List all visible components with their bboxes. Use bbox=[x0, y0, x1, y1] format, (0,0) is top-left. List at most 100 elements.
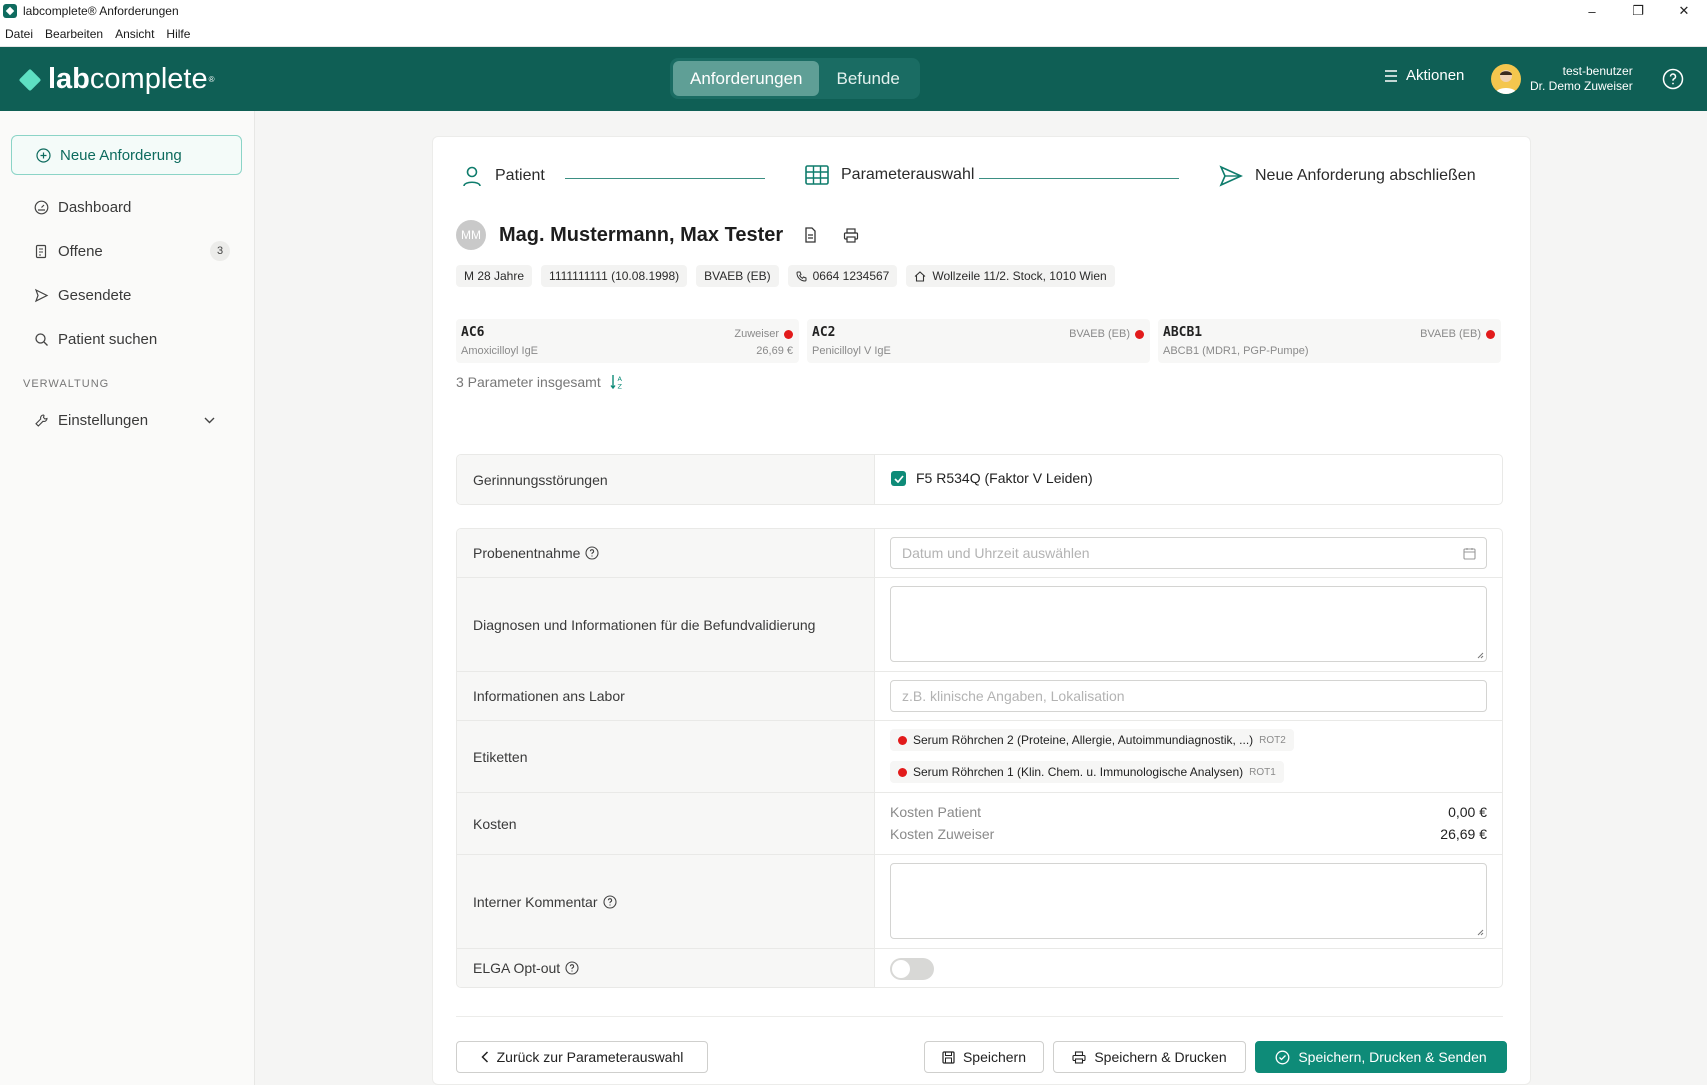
send-icon bbox=[1219, 165, 1243, 187]
new-request-button[interactable]: Neue Anforderung bbox=[11, 135, 242, 175]
minimize-button[interactable]: – bbox=[1569, 0, 1615, 22]
etikett-text: Serum Röhrchen 2 (Proteine, Allergie, Au… bbox=[913, 733, 1254, 747]
kommentar-textarea[interactable] bbox=[890, 863, 1487, 939]
kosten-row: Kosten Kosten Patient 0,00 € Kosten Zuwe… bbox=[457, 793, 1502, 855]
open-count-badge: 3 bbox=[210, 241, 230, 261]
parameter-billing-tag: Zuweiser bbox=[734, 328, 779, 340]
kosten-zuweiser-line: Kosten Zuweiser 26,69 € bbox=[890, 826, 1487, 842]
restore-button[interactable]: ❐ bbox=[1615, 0, 1661, 22]
kosten-label-text: Kosten bbox=[473, 815, 517, 832]
step-abschliessen[interactable]: Neue Anforderung abschließen bbox=[1219, 165, 1476, 187]
tab-anforderungen[interactable]: Anforderungen bbox=[673, 61, 820, 96]
menu-bearbeiten[interactable]: Bearbeiten bbox=[45, 27, 103, 41]
search-icon bbox=[35, 332, 48, 346]
parameter-code: AC6 bbox=[461, 325, 485, 340]
phone-text: 0664 1234567 bbox=[812, 269, 890, 283]
parameter-desc: ABCB1 (MDR1, PGP-Pumpe) bbox=[1163, 345, 1309, 357]
elga-opt-out-toggle[interactable] bbox=[890, 958, 934, 980]
logo[interactable]: lab complete ® bbox=[18, 63, 214, 96]
diagnosen-textarea[interactable] bbox=[890, 586, 1487, 662]
etiketten-label: Etiketten bbox=[457, 721, 875, 792]
kosten-patient-line: Kosten Patient 0,00 € bbox=[890, 804, 1487, 820]
factor-v-checkbox[interactable] bbox=[891, 471, 906, 486]
labor-info-input[interactable]: z.B. klinische Angaben, Lokalisation bbox=[890, 680, 1487, 712]
phone-pill: 0664 1234567 bbox=[787, 265, 898, 287]
parameter-card[interactable]: AC6 Amoxicilloyl IgE Zuweiser 26,69 € bbox=[456, 319, 799, 363]
plus-circle-icon bbox=[36, 147, 51, 163]
parameter-card[interactable]: AC2 Penicilloyl V IgE BVAEB (EB) bbox=[807, 319, 1150, 363]
probenentnahme-datetime-input[interactable]: Datum und Uhrzeit auswählen bbox=[890, 537, 1487, 569]
help-circle-icon[interactable] bbox=[585, 546, 599, 560]
help-circle-icon[interactable] bbox=[602, 894, 617, 909]
status-dot bbox=[784, 330, 793, 339]
etikett-code: ROT2 bbox=[1259, 734, 1286, 746]
user-icon bbox=[463, 166, 481, 187]
parameter-billing-tag: BVAEB (EB) bbox=[1069, 328, 1130, 340]
back-to-parameters-button[interactable]: Zurück zur Parameterauswahl bbox=[456, 1041, 708, 1073]
etikett-chip: Serum Röhrchen 2 (Proteine, Allergie, Au… bbox=[890, 729, 1294, 751]
menu-ansicht[interactable]: Ansicht bbox=[115, 27, 154, 41]
parameter-price: 26,69 € bbox=[756, 345, 793, 357]
step-label: Patient bbox=[495, 167, 545, 184]
sidebar-item-patient-suchen[interactable]: Patient suchen bbox=[34, 327, 230, 351]
patient-name: Mag. Mustermann, Max Tester bbox=[499, 223, 784, 246]
svg-text:Z: Z bbox=[617, 383, 622, 391]
step-patient[interactable]: Patient bbox=[461, 165, 545, 187]
save-print-send-button-label: Speichern, Drucken & Senden bbox=[1298, 1049, 1487, 1065]
document-icon[interactable] bbox=[803, 227, 818, 243]
window-titlebar: labcomplete® Anforderungen – ❐ ✕ bbox=[0, 0, 1707, 22]
step-connector bbox=[979, 178, 1179, 179]
app-header: lab complete ® Anforderungen Befunde Aktio… bbox=[0, 47, 1707, 111]
printer-icon bbox=[1072, 1050, 1086, 1064]
labor-info-label: Informationen ans Labor bbox=[457, 672, 875, 720]
gauge-icon bbox=[34, 200, 49, 214]
labor-info-value: z.B. klinische Angaben, Lokalisation bbox=[875, 672, 1502, 720]
etikett-chip: Serum Röhrchen 1 (Klin. Chem. u. Immunol… bbox=[890, 761, 1284, 783]
menu-bar: Datei Bearbeiten Ansicht Hilfe bbox=[0, 22, 1707, 47]
probenentnahme-value: Datum und Uhrzeit auswählen bbox=[875, 529, 1502, 577]
actions-menu-button[interactable]: Aktionen bbox=[1384, 67, 1464, 84]
sidebar-item-label: Offene bbox=[58, 242, 103, 260]
menu-hilfe[interactable]: Hilfe bbox=[166, 27, 190, 41]
printer-icon[interactable] bbox=[843, 227, 859, 243]
resize-grip-icon[interactable] bbox=[1477, 929, 1484, 936]
parameter-desc: Penicilloyl V IgE bbox=[812, 345, 891, 357]
tab-befunde[interactable]: Befunde bbox=[819, 61, 916, 96]
kommentar-value bbox=[875, 855, 1502, 948]
help-icon[interactable] bbox=[1662, 68, 1684, 90]
patient-header: MM Mag. Mustermann, Max Tester bbox=[456, 220, 859, 250]
probenentnahme-row: Probenentnahme Datum und Uhrzeit auswähl… bbox=[457, 529, 1502, 578]
sidebar-item-offene[interactable]: Offene 3 bbox=[34, 239, 230, 263]
help-circle-icon[interactable] bbox=[565, 961, 579, 975]
save-print-send-button[interactable]: Speichern, Drucken & Senden bbox=[1255, 1041, 1507, 1073]
kosten-patient-value: 0,00 € bbox=[1448, 804, 1487, 820]
chevron-down-icon[interactable] bbox=[204, 417, 215, 424]
clipboard-icon bbox=[35, 244, 47, 258]
labor-info-placeholder: z.B. klinische Angaben, Lokalisation bbox=[902, 688, 1125, 704]
save-button[interactable]: Speichern bbox=[924, 1041, 1044, 1073]
sidebar-item-gesendete[interactable]: Gesendete bbox=[34, 283, 230, 307]
patient-info-pills: M 28 Jahre 1111111111 (10.08.1998) BVAEB… bbox=[456, 265, 1124, 287]
close-button[interactable]: ✕ bbox=[1661, 0, 1707, 22]
check-icon bbox=[893, 474, 904, 483]
footer-divider bbox=[456, 1016, 1503, 1017]
tube-color-dot bbox=[898, 767, 907, 777]
kosten-patient-label: Kosten Patient bbox=[890, 804, 982, 820]
parameter-card[interactable]: ABCB1 ABCB1 (MDR1, PGP-Pumpe) BVAEB (EB) bbox=[1158, 319, 1501, 363]
sidebar-item-dashboard[interactable]: Dashboard bbox=[34, 195, 230, 219]
etiketten-label-text: Etiketten bbox=[473, 748, 528, 765]
user-menu[interactable]: test-benutzer Dr. Demo Zuweiser bbox=[1491, 64, 1633, 94]
resize-grip-icon[interactable] bbox=[1477, 652, 1484, 659]
factor-v-label[interactable]: F5 R534Q (Faktor V Leiden) bbox=[916, 470, 1093, 486]
sidebar-item-einstellungen[interactable]: Einstellungen bbox=[34, 408, 230, 432]
step-parameterauswahl[interactable]: Parameterauswahl bbox=[805, 165, 974, 185]
calendar-icon[interactable] bbox=[1463, 547, 1476, 560]
sidebar-item-label: Einstellungen bbox=[58, 411, 149, 429]
sidebar: Neue Anforderung Dashboard Offene 3 Gese… bbox=[0, 111, 255, 1085]
sort-az-icon[interactable]: AZ bbox=[610, 374, 624, 390]
kosten-zuweiser-value: 26,69 € bbox=[1440, 826, 1487, 842]
user-avatar-icon bbox=[1495, 70, 1517, 94]
save-print-button[interactable]: Speichern & Drucken bbox=[1053, 1041, 1246, 1073]
menu-datei[interactable]: Datei bbox=[5, 27, 33, 41]
home-icon bbox=[914, 270, 926, 282]
